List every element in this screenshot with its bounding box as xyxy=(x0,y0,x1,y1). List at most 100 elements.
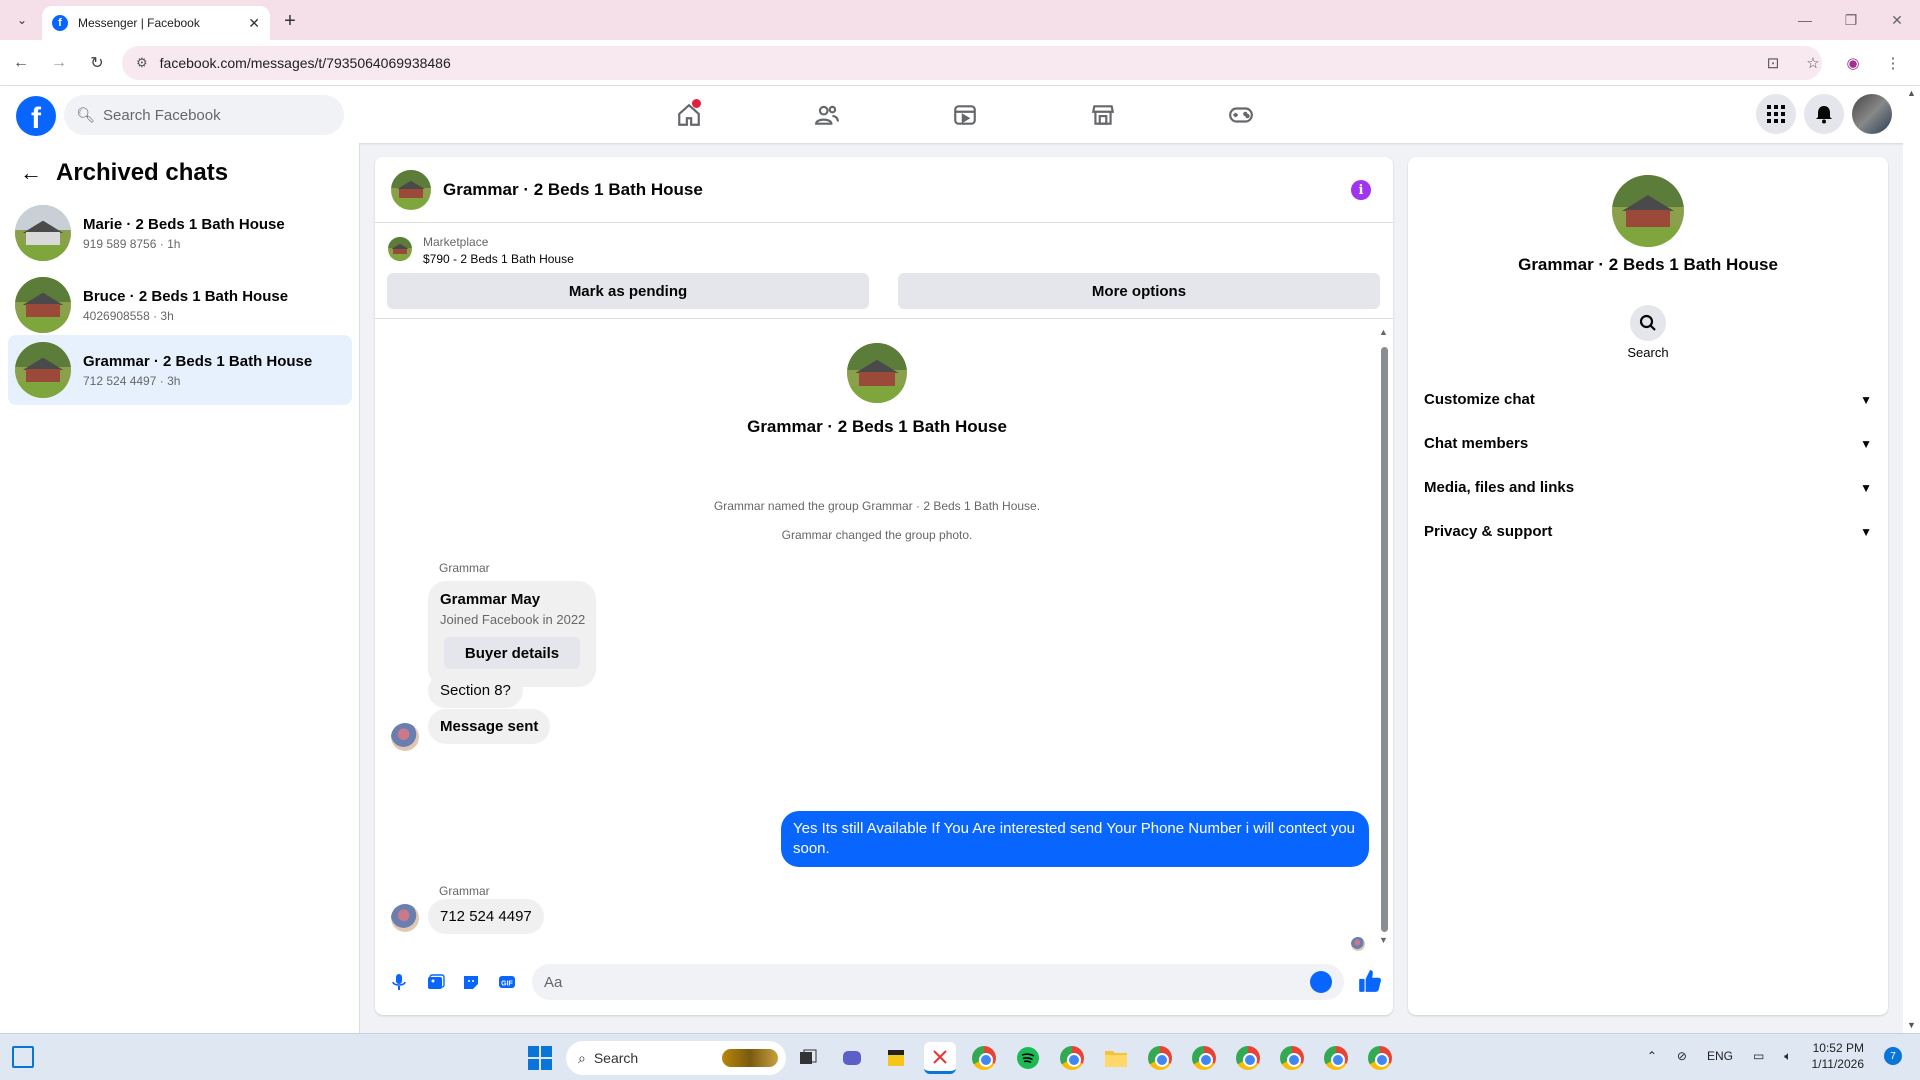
nav-home[interactable] xyxy=(620,86,758,143)
gif-button[interactable]: GIF xyxy=(489,964,525,1000)
display-icon[interactable]: ▭ xyxy=(1753,1049,1764,1063)
chrome-icon[interactable] xyxy=(968,1042,1000,1074)
facebook-logo[interactable]: f xyxy=(16,96,56,136)
message-scrollbar[interactable]: ▲ ▼ xyxy=(1379,327,1389,945)
emoji-icon[interactable] xyxy=(1310,971,1332,993)
url-input[interactable]: ⚙ facebook.com/messages/t/79350640699384… xyxy=(122,46,1822,80)
window-controls: — ❐ ✕ xyxy=(1782,0,1920,40)
search-in-conversation-button[interactable] xyxy=(1630,305,1666,341)
media-files-links-section[interactable]: Media, files and links ▼ xyxy=(1424,479,1872,496)
nav-friends[interactable] xyxy=(758,86,896,143)
back-arrow-icon[interactable]: ← xyxy=(20,160,42,186)
language-indicator[interactable]: ENG xyxy=(1707,1049,1733,1063)
chat-list-item-active[interactable]: Grammar · 2 Beds 1 Bath House 712 524 44… xyxy=(8,335,352,405)
main-navigation xyxy=(620,86,1310,143)
snipping-tool-icon[interactable] xyxy=(924,1042,956,1074)
chat-list-panel: ← Archived chats Marie · 2 Beds 1 Bath H… xyxy=(0,143,360,1033)
message-bubble[interactable]: Message sent xyxy=(428,709,551,744)
buyer-details-button[interactable]: Buyer details xyxy=(444,637,580,669)
new-tab-button[interactable]: + xyxy=(274,5,306,37)
nav-video[interactable] xyxy=(896,86,1034,143)
sticky-notes-icon[interactable] xyxy=(880,1042,912,1074)
chat-item-text: Bruce · 2 Beds 1 Bath House 4026908558 ·… xyxy=(83,288,288,323)
file-explorer-icon[interactable] xyxy=(1100,1042,1132,1074)
message-input[interactable]: Aa xyxy=(532,964,1344,1000)
page-scrollbar[interactable]: ▲ ▼ xyxy=(1903,86,1920,1033)
sticker-button[interactable] xyxy=(453,964,489,1000)
facebook-search-input[interactable]: 🔍︎ Search Facebook xyxy=(64,95,344,135)
chat-item-text: Grammar · 2 Beds 1 Bath House 712 524 44… xyxy=(83,353,312,388)
start-button[interactable] xyxy=(528,1046,552,1070)
back-button[interactable]: ← xyxy=(4,46,38,80)
task-view-icon[interactable] xyxy=(792,1042,824,1074)
chrome-profile-icon[interactable] xyxy=(1232,1042,1264,1074)
scroll-down-icon[interactable]: ▼ xyxy=(1379,935,1388,945)
site-info-icon[interactable]: ⚙ xyxy=(136,55,148,71)
chrome-profile-icon[interactable] xyxy=(1056,1042,1088,1074)
header-actions xyxy=(1756,94,1892,134)
attach-photo-button[interactable] xyxy=(417,964,453,1000)
more-options-button[interactable]: More options xyxy=(898,273,1380,309)
message-list[interactable]: Grammar · 2 Beds 1 Bath House Grammar na… xyxy=(375,319,1393,951)
message-bubble[interactable]: Section 8? xyxy=(428,673,523,708)
chevron-down-icon: ▼ xyxy=(1860,436,1872,451)
forward-button[interactable]: → xyxy=(42,46,76,80)
scrollbar-thumb[interactable] xyxy=(1381,347,1388,932)
account-avatar[interactable] xyxy=(1852,94,1892,134)
url-text: facebook.com/messages/t/7935064069938486 xyxy=(159,55,451,71)
listing-thumbnail xyxy=(388,237,412,261)
like-thumbs-up-icon[interactable] xyxy=(1357,968,1383,994)
scroll-down-icon[interactable]: ▼ xyxy=(1907,1020,1916,1030)
chrome-profile-icon[interactable] xyxy=(1276,1042,1308,1074)
notification-badge[interactable]: 7 xyxy=(1884,1047,1902,1065)
chrome-profile-icon[interactable] xyxy=(1144,1042,1176,1074)
volume-icon[interactable]: 🔈︎ xyxy=(1784,1049,1791,1064)
scroll-up-icon[interactable]: ▲ xyxy=(1907,88,1916,98)
mark-as-pending-button[interactable]: Mark as pending xyxy=(387,273,869,309)
notifications-button[interactable] xyxy=(1804,94,1844,134)
bookmark-star-icon[interactable]: ☆ xyxy=(1796,46,1830,80)
conversation-title[interactable]: Grammar · 2 Beds 1 Bath House xyxy=(443,180,703,200)
friends-icon xyxy=(815,105,839,125)
browser-tab[interactable]: f Messenger | Facebook ✕ xyxy=(42,6,270,40)
chrome-profile-icon[interactable] xyxy=(1320,1042,1352,1074)
install-app-icon[interactable]: ⊡ xyxy=(1756,46,1790,80)
taskbar-search[interactable]: ⌕ Search xyxy=(566,1041,786,1075)
browser-menu-icon[interactable]: ⋮ xyxy=(1876,46,1910,80)
chat-members-section[interactable]: Chat members ▼ xyxy=(1424,435,1872,452)
restore-icon[interactable]: ❐ xyxy=(1828,0,1874,40)
sender-avatar[interactable] xyxy=(391,723,419,751)
minimize-icon[interactable]: — xyxy=(1782,0,1828,40)
teams-icon[interactable] xyxy=(836,1042,868,1074)
profile-icon[interactable]: ◉ xyxy=(1836,46,1870,80)
tab-search-dropdown[interactable]: ⌄ xyxy=(8,6,36,34)
info-icon[interactable]: i xyxy=(1351,180,1371,200)
clock[interactable]: 10:52 PM 1/11/2026 xyxy=(1812,1040,1865,1072)
outgoing-message-bubble[interactable]: Yes Its still Available If You Are inter… xyxy=(781,811,1369,867)
sender-name: Grammar xyxy=(439,884,490,898)
chrome-profile-icon[interactable] xyxy=(1188,1042,1220,1074)
customize-chat-section[interactable]: Customize chat ▼ xyxy=(1424,391,1872,408)
chat-list-item[interactable]: Marie · 2 Beds 1 Bath House 919 589 8756… xyxy=(8,198,352,268)
privacy-support-section[interactable]: Privacy & support ▼ xyxy=(1424,523,1872,540)
message-bubble[interactable]: 712 524 4497 xyxy=(428,899,544,934)
close-tab-icon[interactable]: ✕ xyxy=(248,15,260,32)
close-window-icon[interactable]: ✕ xyxy=(1874,0,1920,40)
scroll-up-icon[interactable]: ▲ xyxy=(1379,327,1388,337)
voice-clip-button[interactable] xyxy=(381,964,417,1000)
chat-list-item[interactable]: Bruce · 2 Beds 1 Bath House 4026908558 ·… xyxy=(8,270,352,340)
widgets-icon[interactable] xyxy=(12,1046,34,1068)
chevron-down-icon: ▼ xyxy=(1860,392,1872,407)
nav-marketplace[interactable] xyxy=(1034,86,1172,143)
network-off-icon[interactable]: ⊘ xyxy=(1677,1049,1687,1063)
sticker-icon xyxy=(464,976,478,989)
sender-avatar[interactable] xyxy=(391,904,419,932)
reload-button[interactable]: ↻ xyxy=(80,46,114,80)
listing-title[interactable]: $790 - 2 Beds 1 Bath House xyxy=(423,252,574,266)
conversation-avatar[interactable] xyxy=(391,169,431,210)
nav-gaming[interactable] xyxy=(1172,86,1310,143)
menu-grid-button[interactable] xyxy=(1756,94,1796,134)
chrome-profile-icon[interactable] xyxy=(1364,1042,1396,1074)
chevron-up-icon[interactable]: ⌃ xyxy=(1647,1049,1657,1063)
spotify-icon[interactable] xyxy=(1012,1042,1044,1074)
